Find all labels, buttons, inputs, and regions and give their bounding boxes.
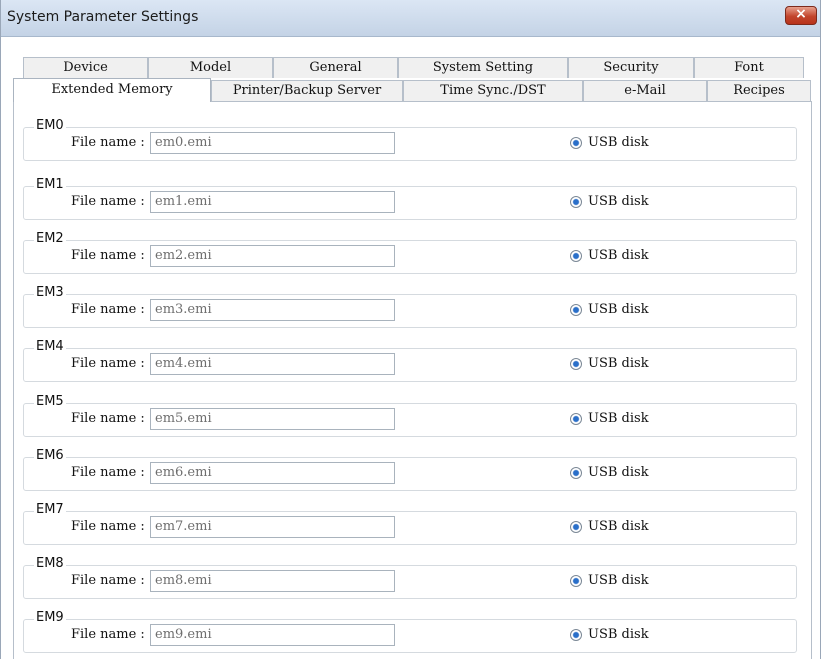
usb-disk-radio[interactable] xyxy=(570,575,582,587)
group-title: EM0 xyxy=(34,118,66,134)
file-name-label: File name : xyxy=(71,302,145,317)
file-name-input[interactable]: em7.emi xyxy=(150,516,395,538)
file-name-input[interactable]: em8.emi xyxy=(150,570,395,592)
group-title: EM7 xyxy=(34,502,66,518)
file-name-label: File name : xyxy=(71,135,145,150)
em4-group: EM4 File name : em4.emi USB disk xyxy=(23,339,797,382)
file-name-input[interactable]: em6.emi xyxy=(150,462,395,484)
file-name-label: File name : xyxy=(71,194,145,209)
usb-disk-label[interactable]: USB disk xyxy=(588,194,649,209)
tab-e-mail[interactable]: e-Mail xyxy=(583,80,707,101)
group-title: EM9 xyxy=(34,610,66,626)
em5-group: EM5 File name : em5.emi USB disk xyxy=(23,394,797,437)
usb-disk-radio[interactable] xyxy=(570,521,582,533)
file-name-label: File name : xyxy=(71,465,145,480)
window-title: System Parameter Settings xyxy=(7,9,199,25)
tab-model[interactable]: Model xyxy=(148,57,273,78)
file-name-input[interactable]: em1.emi xyxy=(150,191,395,213)
tab-printer-backup-server[interactable]: Printer/Backup Server xyxy=(211,80,403,101)
group-title: EM1 xyxy=(34,177,66,193)
tab-device[interactable]: Device xyxy=(23,57,148,78)
file-name-label: File name : xyxy=(71,411,145,426)
usb-disk-radio[interactable] xyxy=(570,250,582,262)
group-title: EM8 xyxy=(34,556,66,572)
usb-disk-radio[interactable] xyxy=(570,137,582,149)
em3-group: EM3 File name : em3.emi USB disk xyxy=(23,285,797,328)
tab-system-setting[interactable]: System Setting xyxy=(398,57,568,78)
usb-disk-radio[interactable] xyxy=(570,467,582,479)
em1-group: EM1 File name : em1.emi USB disk xyxy=(23,177,797,220)
file-name-label: File name : xyxy=(71,356,145,371)
tab-time-sync-dst[interactable]: Time Sync./DST xyxy=(403,80,583,101)
em2-group: EM2 File name : em2.emi USB disk xyxy=(23,231,797,274)
file-name-input[interactable]: em4.emi xyxy=(150,353,395,375)
file-name-input[interactable]: em0.emi xyxy=(150,132,395,154)
close-button[interactable]: × xyxy=(785,6,817,25)
system-parameter-settings-window: System Parameter Settings × Device Model… xyxy=(0,0,821,659)
usb-disk-label[interactable]: USB disk xyxy=(588,135,649,150)
file-name-label: File name : xyxy=(71,248,145,263)
tab-recipes[interactable]: Recipes xyxy=(707,80,811,101)
em8-group: EM8 File name : em8.emi USB disk xyxy=(23,556,797,599)
close-icon: × xyxy=(795,6,807,22)
file-name-label: File name : xyxy=(71,627,145,642)
group-title: EM3 xyxy=(34,285,66,301)
file-name-label: File name : xyxy=(71,573,145,588)
tab-general[interactable]: General xyxy=(273,57,398,78)
em9-group: EM9 File name : em9.emi USB disk xyxy=(23,610,797,653)
tab-security[interactable]: Security xyxy=(568,57,694,78)
group-title: EM2 xyxy=(34,231,66,247)
usb-disk-label[interactable]: USB disk xyxy=(588,573,649,588)
usb-disk-label[interactable]: USB disk xyxy=(588,627,649,642)
group-title: EM4 xyxy=(34,339,66,355)
usb-disk-label[interactable]: USB disk xyxy=(588,465,649,480)
usb-disk-label[interactable]: USB disk xyxy=(588,356,649,371)
usb-disk-radio[interactable] xyxy=(570,413,582,425)
file-name-label: File name : xyxy=(71,519,145,534)
title-bar: System Parameter Settings × xyxy=(1,0,820,37)
file-name-input[interactable]: em9.emi xyxy=(150,624,395,646)
usb-disk-label[interactable]: USB disk xyxy=(588,411,649,426)
group-title: EM5 xyxy=(34,394,66,410)
em0-group: EM0 File name : em0.emi USB disk xyxy=(23,118,797,161)
usb-disk-radio[interactable] xyxy=(570,629,582,641)
dialog-content: Device Model General System Setting Secu… xyxy=(1,37,820,659)
file-name-input[interactable]: em3.emi xyxy=(150,299,395,321)
usb-disk-label[interactable]: USB disk xyxy=(588,248,649,263)
usb-disk-label[interactable]: USB disk xyxy=(588,302,649,317)
usb-disk-label[interactable]: USB disk xyxy=(588,519,649,534)
file-name-input[interactable]: em5.emi xyxy=(150,408,395,430)
tab-font[interactable]: Font xyxy=(694,57,804,78)
file-name-input[interactable]: em2.emi xyxy=(150,245,395,267)
extended-memory-panel: EM0 File name : em0.emi USB disk EM1 Fil… xyxy=(13,101,812,659)
usb-disk-radio[interactable] xyxy=(570,304,582,316)
usb-disk-radio[interactable] xyxy=(570,358,582,370)
usb-disk-radio[interactable] xyxy=(570,196,582,208)
em7-group: EM7 File name : em7.emi USB disk xyxy=(23,502,797,545)
tab-extended-memory[interactable]: Extended Memory xyxy=(13,78,211,102)
group-title: EM6 xyxy=(34,448,66,464)
em6-group: EM6 File name : em6.emi USB disk xyxy=(23,448,797,491)
